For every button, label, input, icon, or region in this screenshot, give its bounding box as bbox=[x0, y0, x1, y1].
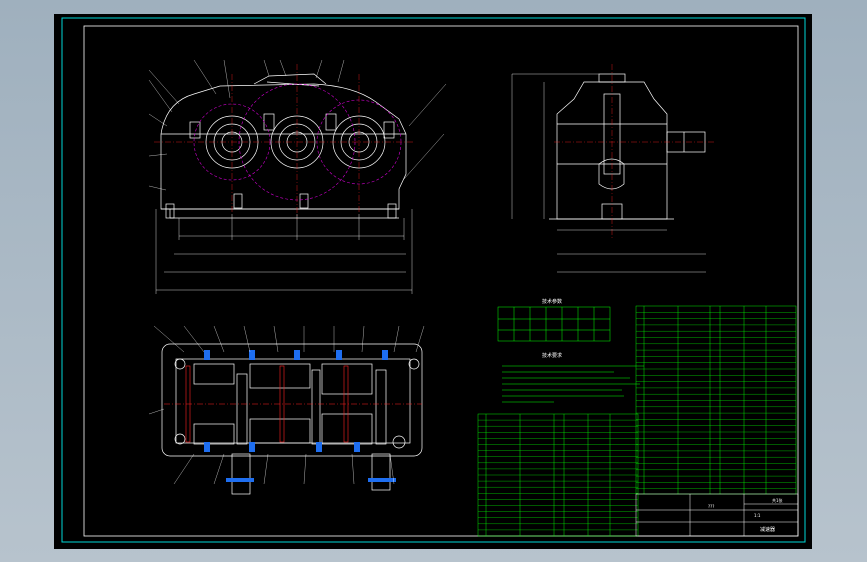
plan-view bbox=[161, 343, 423, 495]
drawing-viewport[interactable]: 技术参数 技术要求 减速器 ??? 1:1 共1张 bbox=[54, 14, 812, 549]
title-block-name: 减速器 bbox=[760, 526, 775, 533]
title-block-scale: 1:1 bbox=[754, 513, 761, 518]
side-view bbox=[549, 73, 706, 220]
front-view-centerlines bbox=[154, 64, 414, 219]
tech-req-title: 技术要求 bbox=[542, 352, 562, 359]
assembly-drawing: 技术参数 技术要求 减速器 ??? 1:1 共1张 bbox=[61, 17, 806, 543]
tech-params-table bbox=[497, 306, 611, 342]
side-view-dimensions bbox=[511, 73, 706, 273]
side-view-centerlines bbox=[554, 64, 714, 239]
parts-list-right bbox=[635, 305, 797, 495]
tech-params-title: 技术参数 bbox=[542, 298, 562, 305]
front-view bbox=[160, 73, 407, 219]
parts-list-right-rows bbox=[636, 312, 796, 489]
cad-window: 技术参数 技术要求 减速器 ??? 1:1 共1张 bbox=[0, 0, 867, 562]
title-block-code: ??? bbox=[708, 504, 714, 509]
title-block-sheet: 共1张 bbox=[772, 497, 783, 503]
plan-view-red bbox=[164, 365, 422, 443]
drawing-frame bbox=[83, 25, 799, 537]
plan-view-hatch bbox=[204, 350, 396, 482]
tech-req-lines bbox=[502, 365, 644, 403]
parts-list-left-rows bbox=[478, 419, 638, 531]
front-view-dimensions bbox=[155, 209, 413, 294]
